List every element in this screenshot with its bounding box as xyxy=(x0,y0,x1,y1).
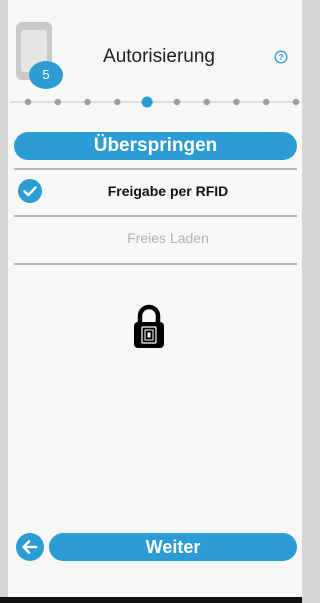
check-circle-icon xyxy=(18,179,42,203)
next-button[interactable]: Weiter xyxy=(49,533,297,561)
option-label: Freigabe per RFID xyxy=(107,183,229,199)
wizard-screen: 5 Autorisierung ? Überspringen Freigabe … xyxy=(8,0,302,597)
step-dot xyxy=(114,98,121,106)
question-circle-icon[interactable]: ? xyxy=(274,50,288,64)
step-dot xyxy=(263,98,270,106)
step-dot xyxy=(24,98,32,106)
arrow-left-icon xyxy=(22,540,38,554)
step-dot xyxy=(203,98,210,106)
step-dot xyxy=(54,98,61,106)
divider xyxy=(14,263,297,265)
step-dot-current xyxy=(141,96,153,108)
page-title: Autorisierung xyxy=(103,46,215,67)
step-dot xyxy=(233,98,240,106)
option-label: Freies Laden xyxy=(127,230,209,246)
svg-text:?: ? xyxy=(279,53,284,62)
back-button[interactable] xyxy=(16,533,44,561)
rfid-lock-icon xyxy=(134,304,164,348)
step-progress-indicator xyxy=(10,96,300,108)
step-number-badge: 5 xyxy=(29,61,63,89)
option-free-charging[interactable]: Freies Laden xyxy=(8,216,302,260)
system-bottom-bar xyxy=(0,597,302,603)
step-dot xyxy=(292,98,300,106)
step-dot xyxy=(173,98,181,106)
step-dot xyxy=(84,98,91,106)
option-rfid[interactable]: Freigabe per RFID xyxy=(8,169,302,213)
skip-button[interactable]: Überspringen xyxy=(14,132,297,160)
